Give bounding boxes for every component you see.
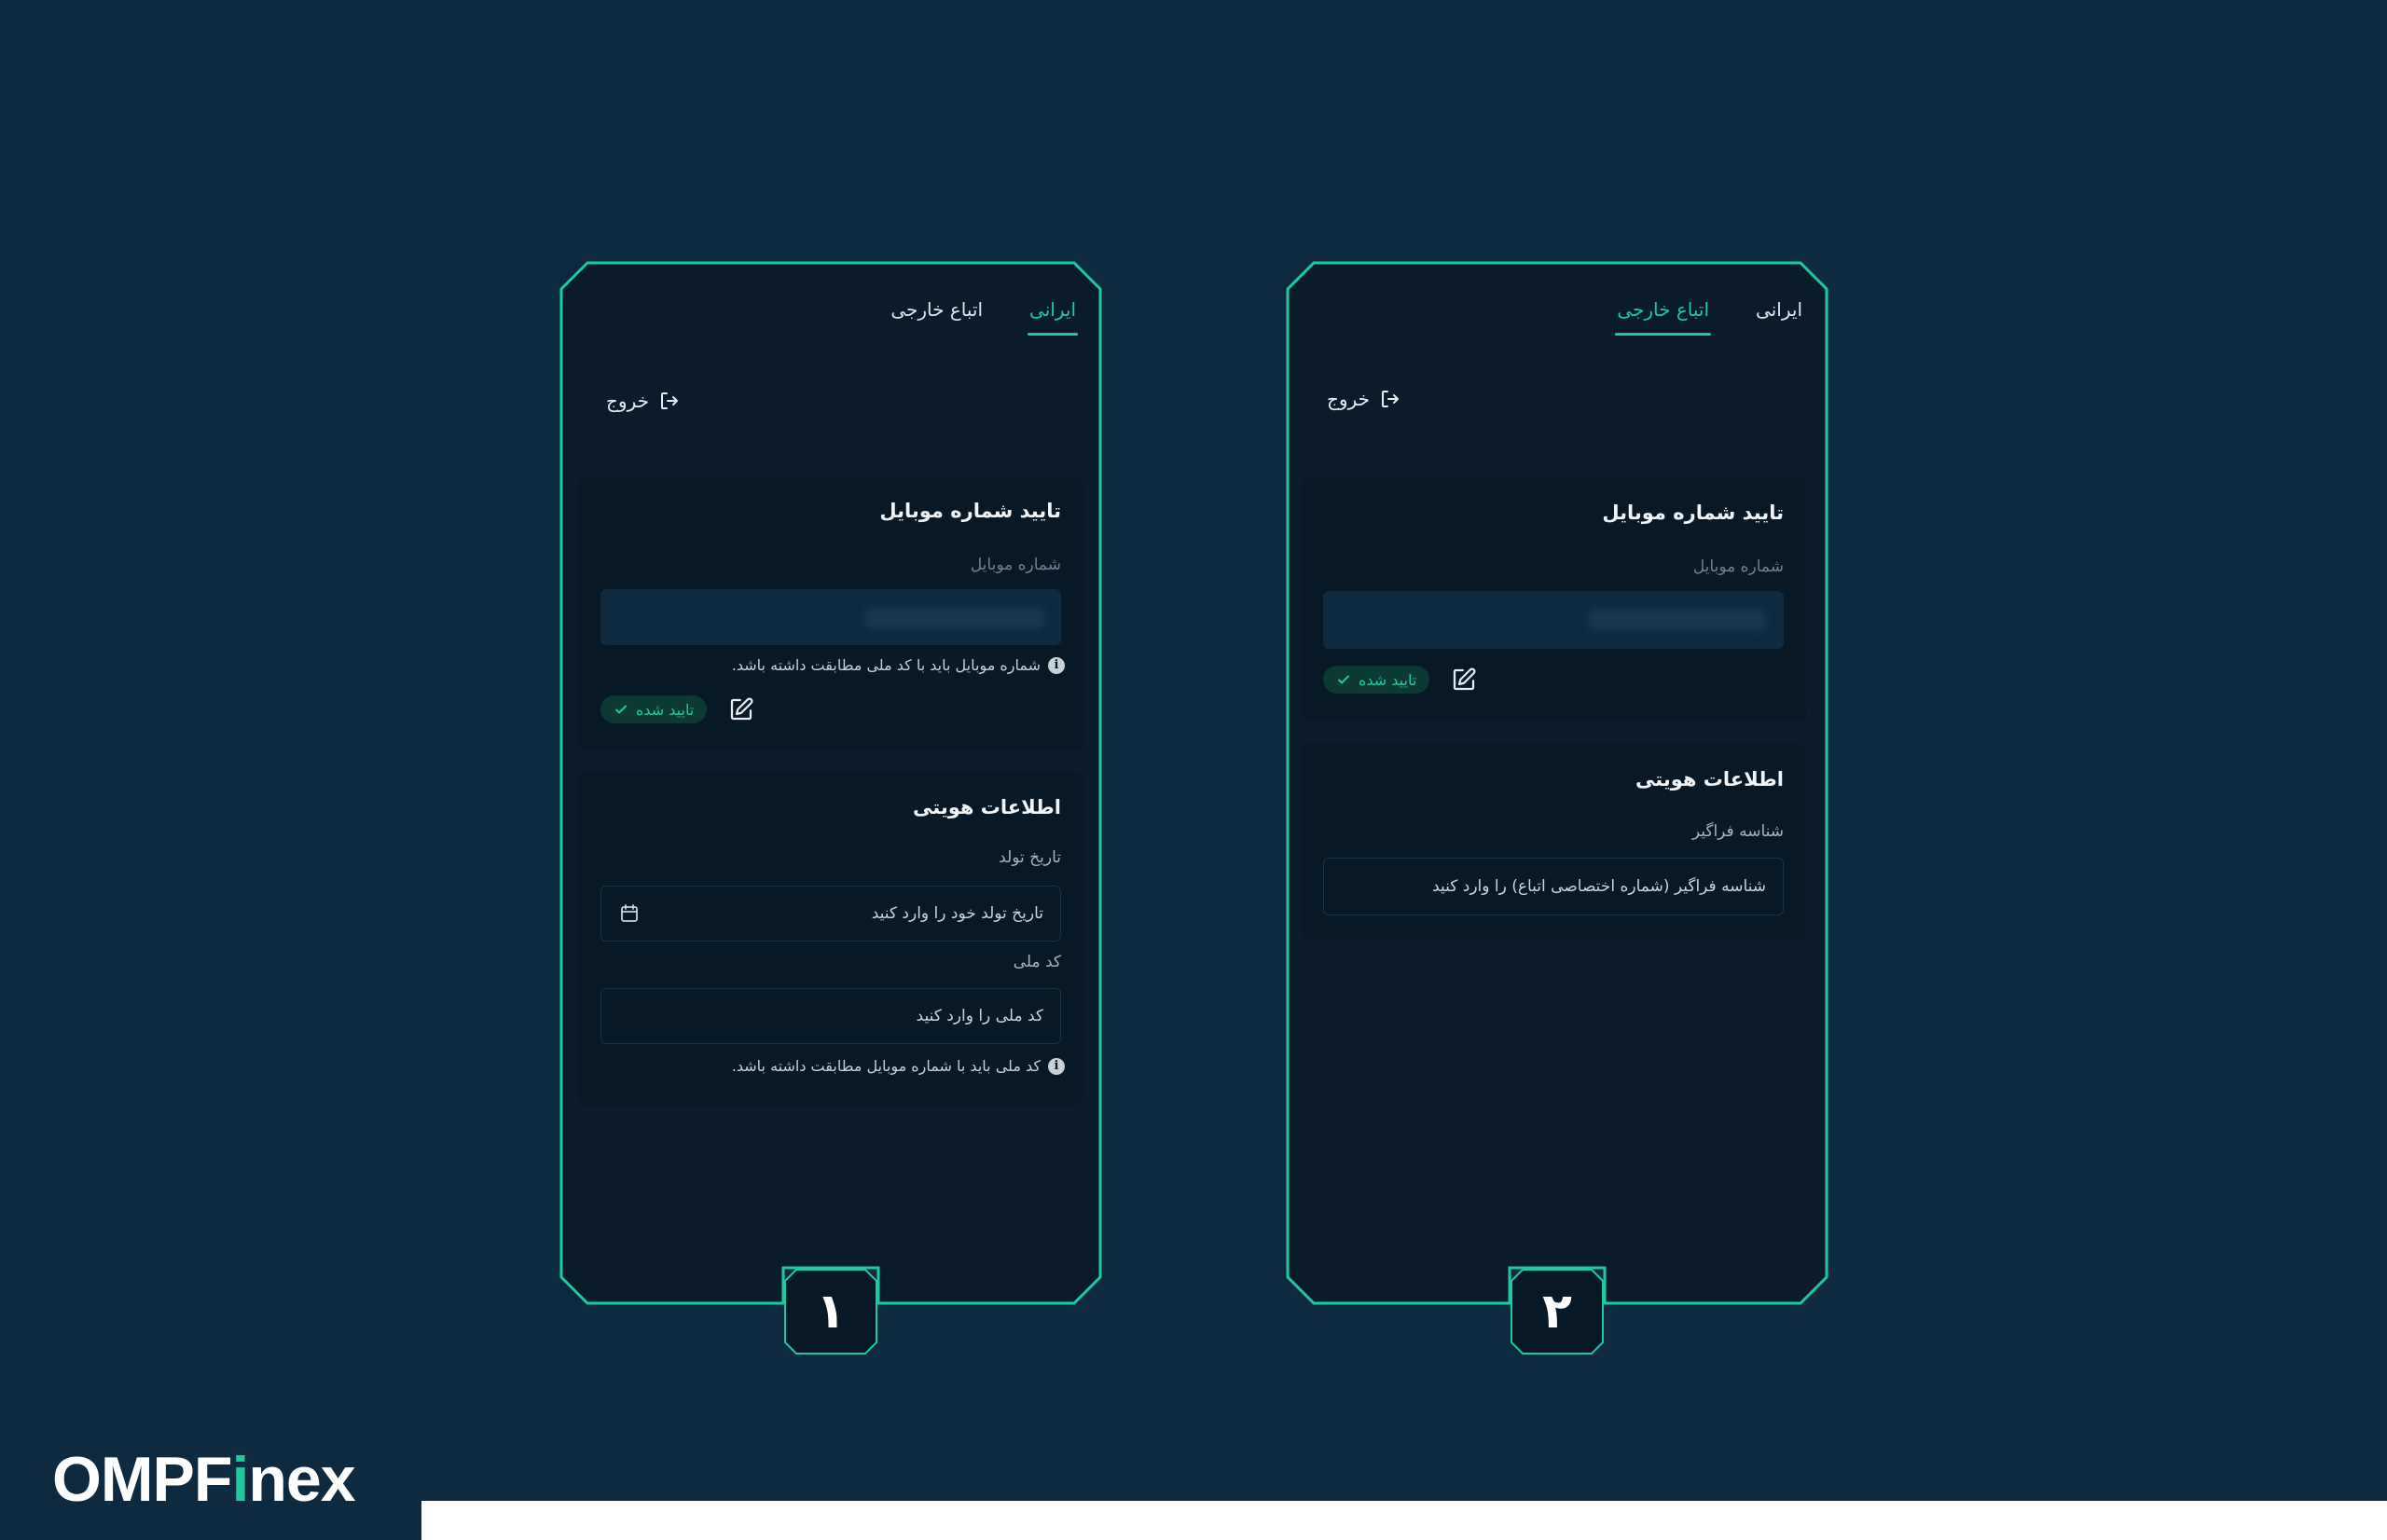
blurred-phone-number [866,607,1043,629]
logout-icon [1381,391,1399,407]
card-title: اطلاعات هویتی [1635,768,1784,791]
logout-button[interactable]: خروج [606,390,681,412]
identity-info-card: اطلاعات هویتی شناسه فراگیر شناسه فراگیر … [1301,744,1806,940]
verified-badge: تایید شده [1323,666,1430,694]
mobile-hint-text: شماره موبایل باید با کد ملی مطابقت داشته… [731,656,1041,674]
step-number: ٢ [1542,1284,1572,1340]
info-icon: i [1048,1057,1065,1075]
birthdate-label: تاریخ تولد [999,848,1061,867]
mobile-verification-card: تایید شماره موبایل شماره موبایل تایید شد… [1301,477,1806,722]
mobile-number-field[interactable] [1323,591,1784,649]
edit-icon[interactable] [1450,666,1478,694]
verification-row: تایید شده [600,695,755,723]
birthdate-placeholder: تاریخ تولد خود را وارد کنید [871,904,1043,923]
mobile-number-field[interactable] [600,589,1061,645]
logout-icon [660,392,678,409]
logo-text-rest: nex [248,1444,355,1515]
mobile-verification-card: تایید شماره موبایل شماره موبایل i شماره … [578,477,1083,749]
blurred-phone-number [1589,609,1766,631]
national-code-label: کد ملی [1013,953,1061,971]
national-code-hint-text: کد ملی باید با شماره موبایل مطابقت داشته… [731,1057,1041,1075]
universal-id-placeholder: شناسه فراگیر (شماره اختصاصی اتباع) را وا… [1432,877,1766,896]
universal-id-label: شناسه فراگیر [1691,822,1784,841]
logout-label: خروج [1327,388,1370,410]
national-code-hint: i کد ملی باید با شماره موبایل مطابقت داش… [732,1057,1065,1075]
step-number: ١ [816,1284,846,1340]
card-title: تایید شماره موبایل [879,500,1061,522]
check-icon [615,705,627,714]
tab-foreign-nationals[interactable]: اتباع خارجی [889,280,985,336]
tab-foreign-nationals[interactable]: اتباع خارجی [1615,280,1711,336]
tab-iranian[interactable]: ایرانی [1028,280,1078,336]
nationality-tabs: ایرانی اتباع خارجی [1572,280,1804,336]
verified-label: تایید شده [1359,670,1417,689]
identity-info-card: اطلاعات هویتی تاریخ تولد تاریخ تولد خود … [578,772,1083,1106]
calendar-icon[interactable] [618,902,641,925]
tab-iranian[interactable]: ایرانی [1754,280,1804,336]
universal-id-input[interactable]: شناسه فراگیر (شماره اختصاصی اتباع) را وا… [1323,858,1784,915]
nationality-tabs: ایرانی اتباع خارجی [846,280,1078,336]
mobile-field-label: شماره موبایل [1692,557,1784,576]
logout-button[interactable]: خروج [1327,388,1401,410]
info-icon: i [1048,656,1065,674]
verification-row: تایید شده [1323,666,1478,694]
check-icon [1338,675,1349,684]
bottom-white-strip [421,1501,2387,1540]
verified-label: تایید شده [636,700,695,719]
phone-mockup-foreign: ایرانی اتباع خارجی خروج تایید شماره موبا… [1286,261,1828,1355]
mobile-hint: i شماره موبایل باید با کد ملی مطابقت داش… [732,656,1065,674]
logo-text-main: OMPF [52,1444,232,1515]
logout-label: خروج [606,390,649,412]
brand-logo: OMPFinex [52,1443,356,1516]
card-title: تایید شماره موبایل [1602,502,1784,524]
mobile-field-label: شماره موبایل [970,556,1061,574]
national-code-input[interactable]: کد ملی را وارد کنید [600,988,1061,1044]
logo-accent-letter: i [231,1444,249,1515]
verified-badge: تایید شده [600,695,708,723]
edit-icon[interactable] [727,695,755,723]
phone-mockup-iranian: ایرانی اتباع خارجی خروج تایید شماره موبا… [559,261,1102,1355]
card-title: اطلاعات هویتی [913,796,1061,818]
birthdate-input[interactable]: تاریخ تولد خود را وارد کنید [600,886,1061,942]
national-code-placeholder: کد ملی را وارد کنید [916,1007,1043,1025]
